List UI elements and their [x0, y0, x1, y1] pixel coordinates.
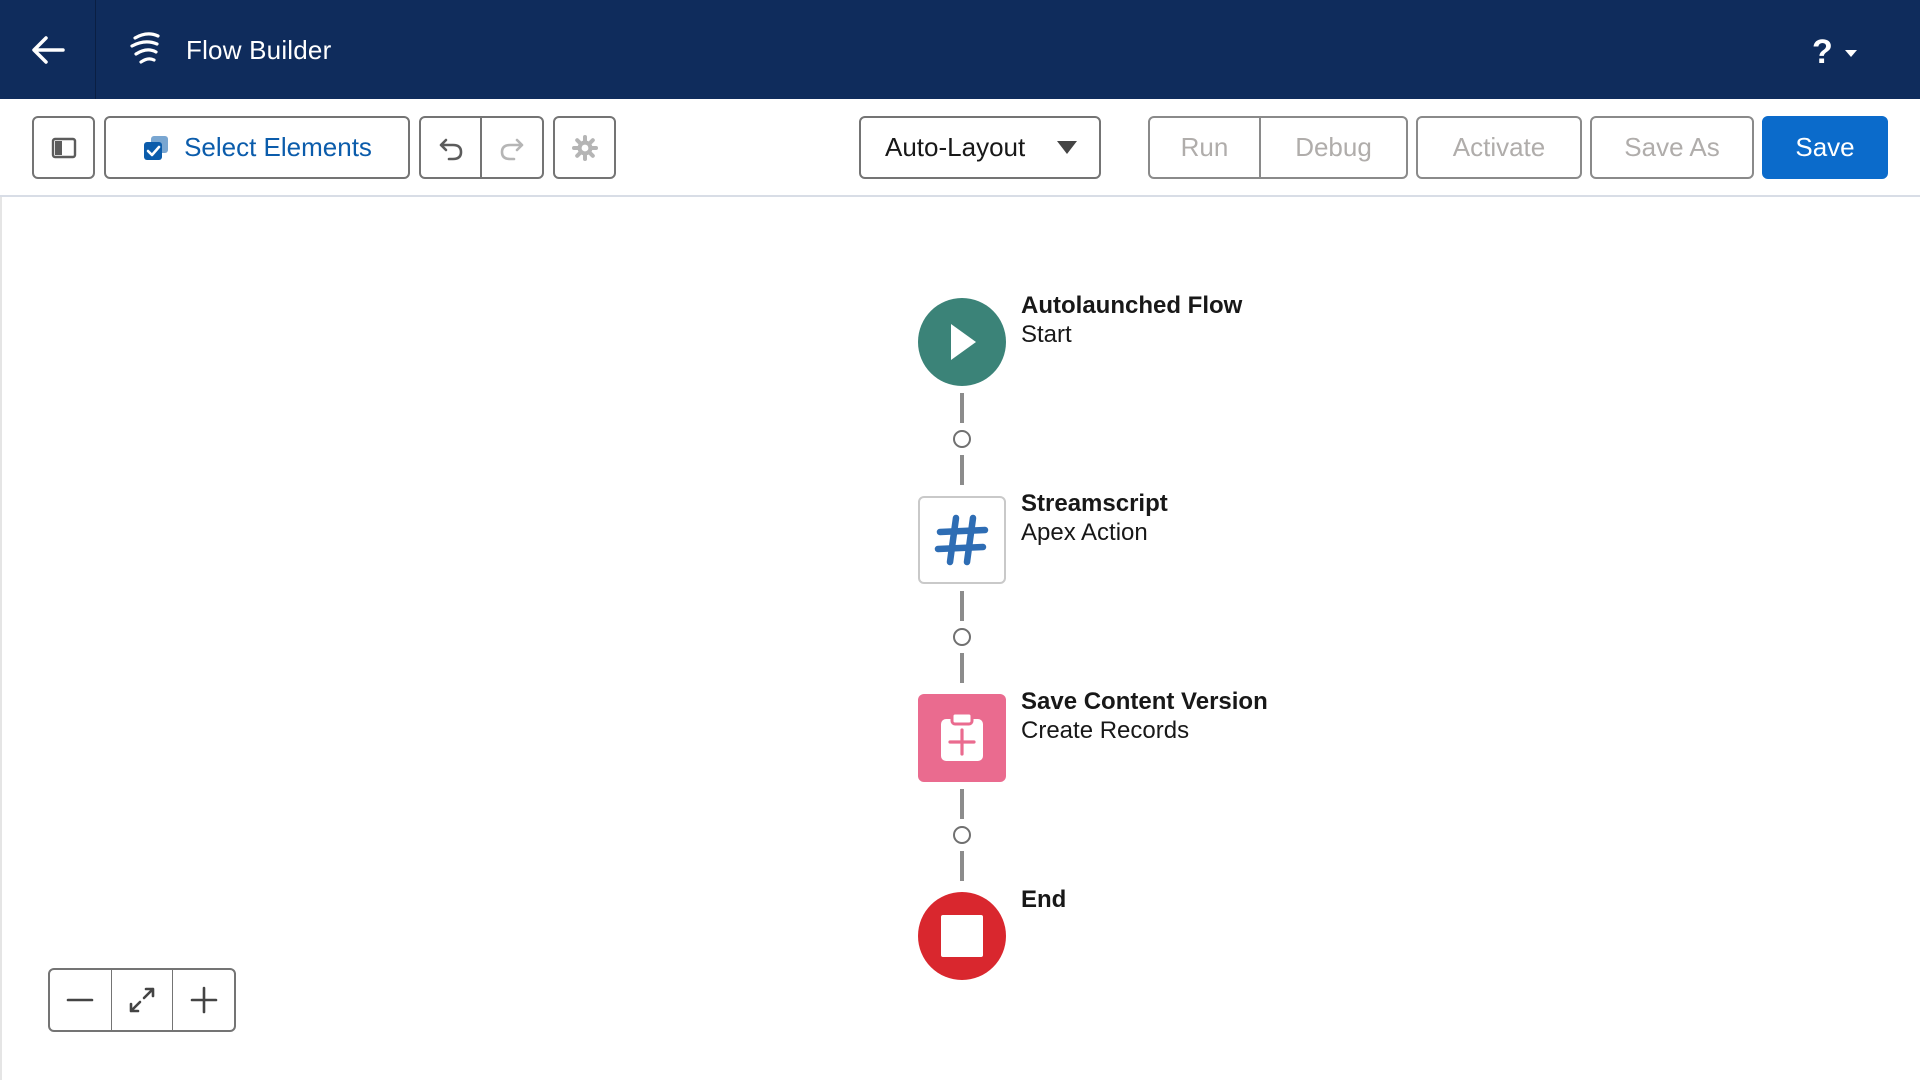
add-element-button[interactable]	[953, 826, 971, 844]
play-icon	[951, 324, 976, 360]
create-records-node-label[interactable]: Save Content Version Create Records	[1021, 687, 1268, 745]
panel-toggle-icon	[51, 137, 76, 158]
flow-canvas[interactable]: Autolaunched Flow Start Streamscript Ape…	[0, 197, 1920, 1080]
end-node[interactable]	[918, 892, 1006, 980]
apex-action-node[interactable]	[918, 496, 1006, 584]
node-subtitle: Apex Action	[1021, 519, 1148, 546]
hashtag-icon	[934, 514, 989, 566]
app-header: Flow Builder ?	[0, 0, 1920, 99]
node-title: Autolaunched Flow	[1021, 292, 1243, 319]
stop-icon	[941, 915, 983, 957]
connector-line	[960, 789, 964, 819]
start-node-label[interactable]: Autolaunched Flow Start	[1021, 291, 1242, 349]
connector-line	[960, 653, 964, 683]
flow-toolbar: Select Elements Auto-Layout Run Debug Ac…	[0, 99, 1920, 197]
redo-button[interactable]	[481, 116, 544, 179]
toggle-panel-button[interactable]	[32, 116, 95, 179]
add-element-button[interactable]	[953, 430, 971, 448]
minus-icon	[67, 998, 94, 1002]
fit-view-button[interactable]	[112, 970, 174, 1030]
run-button[interactable]: Run	[1148, 116, 1261, 179]
select-elements-button[interactable]: Select Elements	[104, 116, 410, 179]
checkbox-stack-icon	[144, 135, 169, 160]
node-title: Streamscript	[1021, 490, 1168, 517]
help-menu-button[interactable]: ?	[1812, 30, 1882, 74]
redo-icon	[500, 138, 524, 160]
save-as-button[interactable]: Save As	[1590, 116, 1754, 179]
save-button[interactable]: Save	[1762, 116, 1888, 179]
layout-mode-value: Auto-Layout	[885, 132, 1026, 162]
start-node[interactable]	[918, 298, 1006, 386]
app-title: Flow Builder	[186, 35, 332, 65]
help-icon: ?	[1812, 33, 1833, 71]
create-records-node[interactable]	[918, 694, 1006, 782]
add-element-button[interactable]	[953, 628, 971, 646]
connector-line	[960, 455, 964, 485]
clipboard-add-icon	[941, 711, 983, 761]
apex-action-node-label[interactable]: Streamscript Apex Action	[1021, 489, 1168, 547]
expand-icon	[129, 987, 155, 1013]
undo-icon	[439, 138, 462, 160]
node-title: Save Content Version	[1021, 688, 1268, 715]
node-subtitle: Start	[1021, 321, 1072, 348]
undo-button[interactable]	[419, 116, 482, 179]
zoom-out-button[interactable]	[50, 970, 112, 1030]
chevron-down-icon	[1844, 49, 1857, 57]
node-subtitle: Create Records	[1021, 717, 1190, 744]
connector-line	[960, 851, 964, 881]
arrow-left-icon	[31, 35, 65, 64]
node-title: End	[1021, 886, 1067, 913]
connector-line	[960, 393, 964, 423]
select-elements-label: Select Elements	[184, 132, 372, 162]
gear-icon	[571, 134, 598, 161]
end-node-label[interactable]: End	[1021, 885, 1066, 914]
back-button[interactable]	[0, 0, 96, 99]
settings-button[interactable]	[553, 116, 616, 179]
debug-button[interactable]: Debug	[1260, 116, 1408, 179]
activate-button[interactable]: Activate	[1416, 116, 1582, 179]
zoom-controls	[48, 968, 236, 1032]
connector-line	[960, 591, 964, 621]
plus-icon	[190, 986, 217, 1014]
zoom-in-button[interactable]	[173, 970, 234, 1030]
flow-icon	[130, 32, 160, 64]
layout-mode-select[interactable]: Auto-Layout	[859, 116, 1101, 179]
chevron-down-icon	[1057, 141, 1077, 154]
